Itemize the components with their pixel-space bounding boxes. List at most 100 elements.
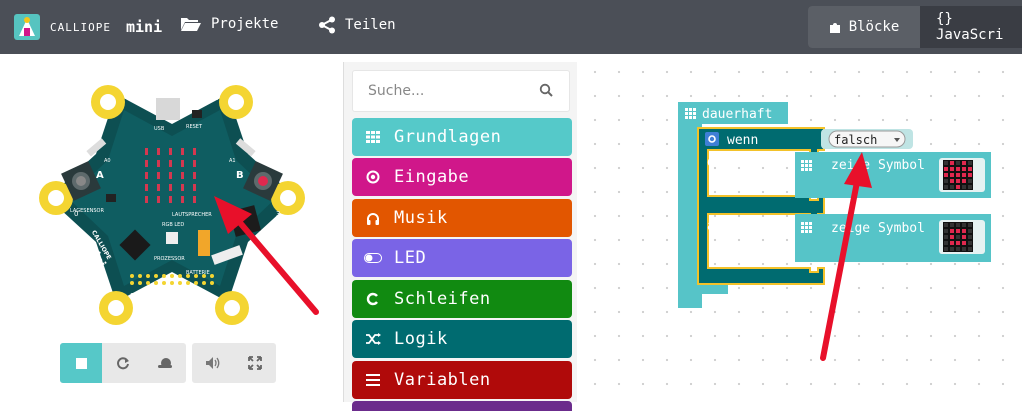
fullscreen-button[interactable]: [234, 343, 276, 383]
sim-control-group-2: [192, 343, 276, 383]
forever-label: dauerhaft: [702, 107, 772, 122]
icon-pixel: [956, 173, 960, 177]
pin-2-label: 2: [208, 292, 212, 300]
brand-mini: mini: [125, 18, 163, 36]
led-pixel: [157, 184, 160, 191]
led-pixel: [193, 172, 196, 179]
icon-pixel: [968, 179, 972, 183]
block-workspace[interactable]: dauerhaft wenn dann ansonsten falsch zei…: [577, 54, 1022, 402]
icon-pixel: [962, 223, 966, 227]
usb-port: [156, 98, 180, 120]
simulator-controls: [60, 343, 276, 383]
rgbled-label: RGB LED: [162, 222, 184, 228]
icon-pixel: [962, 185, 966, 189]
grid-icon: [363, 131, 383, 143]
icon-pixel: [962, 247, 966, 251]
toolbox-search-input[interactable]: Suche...: [352, 70, 570, 112]
slow-mo-button[interactable]: [144, 343, 186, 383]
share-button[interactable]: Teilen: [318, 16, 396, 34]
icon-pixel: [968, 185, 972, 189]
snail-icon: [158, 358, 172, 368]
led-pixel: [145, 196, 148, 203]
category-musik[interactable]: Musik: [352, 199, 572, 237]
app-logo[interactable]: CALLIOPE mini: [14, 14, 162, 40]
expand-icon: [248, 356, 262, 370]
edge-pad: [202, 281, 206, 285]
category-logik[interactable]: Logik: [352, 320, 572, 358]
edge-pad: [170, 274, 174, 278]
pin-2[interactable]: [215, 291, 249, 325]
headphones-icon: [363, 212, 383, 225]
button-a-label: A: [96, 170, 104, 181]
edge-pad: [178, 281, 182, 285]
icon-pixel: [962, 167, 966, 171]
category-label: Musik: [394, 208, 448, 228]
icon-pixel: [968, 241, 972, 245]
stop-button[interactable]: [60, 343, 102, 383]
edge-pad: [170, 281, 174, 285]
pin-1[interactable]: [99, 291, 133, 325]
edge-pad: [138, 274, 142, 278]
calliope-board[interactable]: – + 0 3 1 2 USB RESET A0 A1 A B LAGESENS…: [36, 62, 308, 334]
icon-pixel: [944, 235, 948, 239]
icon-pixel: [962, 173, 966, 177]
folder-open-icon: [181, 18, 201, 31]
edge-pad: [194, 281, 198, 285]
category-more[interactable]: [352, 401, 572, 411]
icon-pixel: [944, 161, 948, 165]
pin-plus[interactable]: [219, 85, 253, 119]
led-pixel: [169, 148, 172, 155]
category-variablen[interactable]: Variablen: [352, 361, 572, 399]
search-icon: [539, 83, 553, 97]
icon-pixel: [944, 179, 948, 183]
tab-javascript-label: {} JavaScri: [936, 11, 1004, 43]
restart-button[interactable]: [102, 343, 144, 383]
led-pixel: [169, 160, 172, 167]
editor-tabs: Blöcke {} JavaScri: [808, 6, 1022, 48]
category-schleifen[interactable]: Schleifen: [352, 280, 572, 318]
icon-pixel: [968, 167, 972, 171]
reset-button[interactable]: [192, 110, 202, 118]
category-led[interactable]: LED: [352, 239, 572, 277]
led-pixel: [193, 196, 196, 203]
grid-icon: [685, 108, 696, 119]
target-icon: [363, 170, 383, 184]
icon-pixel: [956, 235, 960, 239]
icon-pixel: [950, 241, 954, 245]
projects-button[interactable]: Projekte: [180, 16, 278, 32]
led-pixel: [145, 184, 148, 191]
tab-blocks[interactable]: Blöcke: [808, 6, 920, 48]
restart-icon: [117, 357, 129, 370]
settings-gear-icon[interactable]: [705, 132, 719, 146]
category-eingabe[interactable]: Eingabe: [352, 158, 572, 196]
share-icon: [319, 16, 335, 34]
condition-value: falsch: [834, 133, 877, 147]
pin-minus-label: –: [126, 91, 130, 100]
led-pixel: [169, 196, 172, 203]
led-pixel: [157, 172, 160, 179]
icon-pixel: [968, 247, 972, 251]
led-pixel: [193, 148, 196, 155]
button-b-label: B: [236, 170, 244, 181]
edge-pad: [154, 281, 158, 285]
icon-pixel: [956, 247, 960, 251]
edge-pad: [162, 281, 166, 285]
led-pixel: [157, 148, 160, 155]
icon-pixel: [956, 161, 960, 165]
icon-pixel: [956, 185, 960, 189]
edge-pad: [194, 274, 198, 278]
mute-button[interactable]: [192, 343, 234, 383]
edge-pad: [130, 281, 134, 285]
share-label: Teilen: [345, 17, 396, 33]
show-icon-label-2: zeige Symbol: [831, 221, 925, 236]
icon-pixel: [950, 167, 954, 171]
edge-pad: [162, 274, 166, 278]
icon-pixel: [950, 179, 954, 183]
edge-pad: [146, 274, 150, 278]
category-grundlagen[interactable]: Grundlagen: [352, 118, 572, 156]
tab-javascript[interactable]: {} JavaScri: [936, 6, 1022, 48]
pin-minus[interactable]: [91, 85, 125, 119]
icon-pixel: [968, 161, 972, 165]
icon-pixel: [962, 241, 966, 245]
category-label: Logik: [394, 329, 448, 349]
